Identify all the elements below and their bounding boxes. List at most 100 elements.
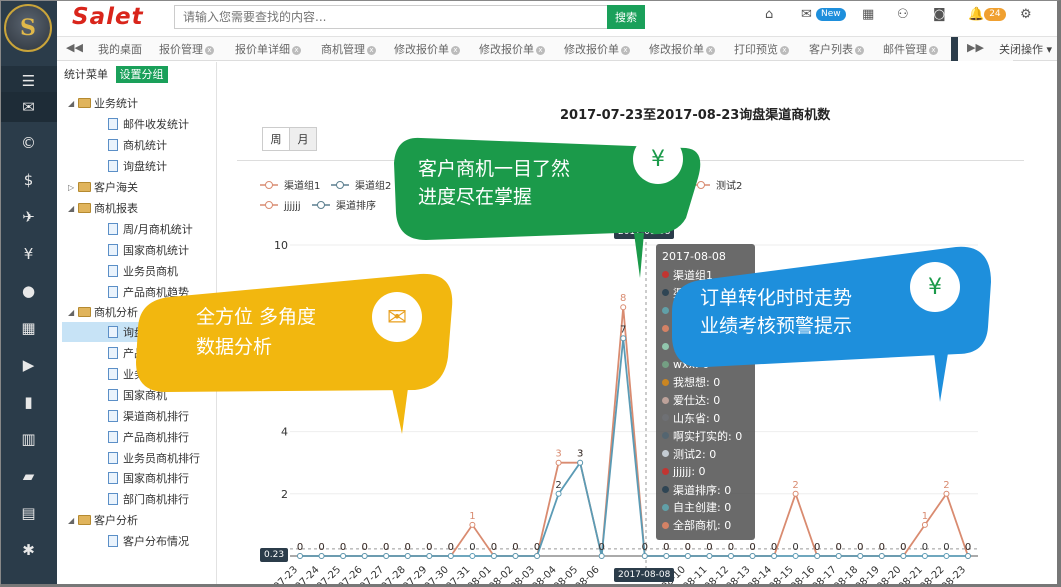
data-label: 0 [340,542,346,553]
data-point [943,490,950,497]
data-label: 0 [426,542,432,553]
data-point [943,553,950,559]
data-label: 0 [685,542,691,553]
data-label: 0 [318,542,324,553]
data-point [857,553,864,559]
data-point [598,553,605,559]
x-tick-label: 08-06 [573,564,601,587]
data-label: 0 [728,542,734,553]
data-point [684,553,691,559]
data-label: 0 [836,542,842,553]
crosshair-x-label: 2017-08-08 [614,568,675,582]
series-color-dot [662,486,669,494]
series-color-dot [662,432,669,440]
data-label: 0 [922,542,928,553]
data-label: 0 [512,542,518,553]
data-label: 0 [771,542,777,553]
tooltip-row: 山东省: 0 [662,409,749,427]
data-label: 0 [749,542,755,553]
data-label: 0 [469,542,475,553]
data-label: 0 [642,542,648,553]
tooltip-row-label: 啊实打实的: 0 [673,429,743,443]
data-label: 7 [620,324,626,335]
legend-marker [265,201,273,209]
data-point [426,553,433,559]
tooltip-row: 全部商机: 0 [662,516,749,534]
tooltip-row: 自主创建: 0 [662,498,749,516]
data-label: 2 [792,480,798,491]
series-color-dot [662,503,669,511]
y-tick-label: 2 [281,488,288,501]
data-point [340,553,347,559]
data-point [771,553,778,559]
legend-marker [336,181,344,189]
data-point [965,553,971,559]
yen-hand-icon: ¥ [910,262,960,312]
yen-hand-icon: ¥ [633,134,683,184]
series-color-dot [662,521,669,529]
legend-item: 测试2 [716,179,742,192]
data-point [512,553,519,559]
data-label: 2 [943,480,949,491]
data-point [900,553,907,559]
data-point [641,553,648,559]
y-tick-label: 10 [274,239,288,252]
data-label: 0 [706,542,712,553]
data-label: 0 [943,542,949,553]
legend-item: 渠道排序 [336,199,376,212]
tooltip-row-label: 渠道排序: 0 [673,483,732,497]
data-point [469,553,476,559]
data-point [383,553,390,559]
data-point [814,553,821,559]
tooltip-row-label: 测试2: 0 [673,447,717,461]
data-point [620,335,627,342]
tooltip-row-label: 山东省: 0 [673,411,721,425]
data-point [447,553,454,559]
tooltip-row-label: jjjjjj: 0 [673,465,706,479]
legend-item: 渠道组1 [284,179,320,192]
data-label: 0 [792,542,798,553]
data-label: 0 [879,542,885,553]
data-label: 0 [598,542,604,553]
tooltip-row: 测试2: 0 [662,445,749,463]
series-color-dot [662,450,669,458]
promo-bubble-yellow [136,273,453,434]
tooltip-row: 渠道排序: 0 [662,481,749,499]
crosshair-y-label: 0.23 [260,548,289,562]
data-label: 0 [491,542,497,553]
data-label: 0 [663,542,669,553]
data-point [469,521,476,528]
data-label: 8 [620,293,626,304]
data-point [835,553,842,559]
data-point [663,553,670,559]
data-point [921,553,928,559]
data-point [361,553,368,559]
data-point [792,490,799,497]
tooltip-row-label: 全部商机: 0 [673,519,732,533]
x-tick-label: 08-23 [940,564,968,587]
data-point [297,553,303,559]
data-point [620,304,627,311]
tooltip-row: 啊实打实的: 0 [662,427,749,445]
data-label: 3 [577,449,583,460]
data-point [749,553,756,559]
data-point [555,490,562,497]
tooltip-row: jjjjjj: 0 [662,463,749,481]
data-label: 0 [448,542,454,553]
data-point [404,553,411,559]
data-label: 0 [361,542,367,553]
data-point [792,553,799,559]
mail-icon: ✉ [372,292,422,342]
data-label: 2 [555,480,561,491]
data-point [318,553,325,559]
data-label: 0 [383,542,389,553]
data-point [577,459,584,466]
data-point [727,553,734,559]
series-color-dot [662,414,669,422]
tooltip-row-label: 自主创建: 0 [673,501,732,515]
legend-marker [317,201,325,209]
data-label: 0 [405,542,411,553]
data-label: 0 [965,542,971,553]
data-point [534,553,541,559]
legend-marker [265,181,273,189]
